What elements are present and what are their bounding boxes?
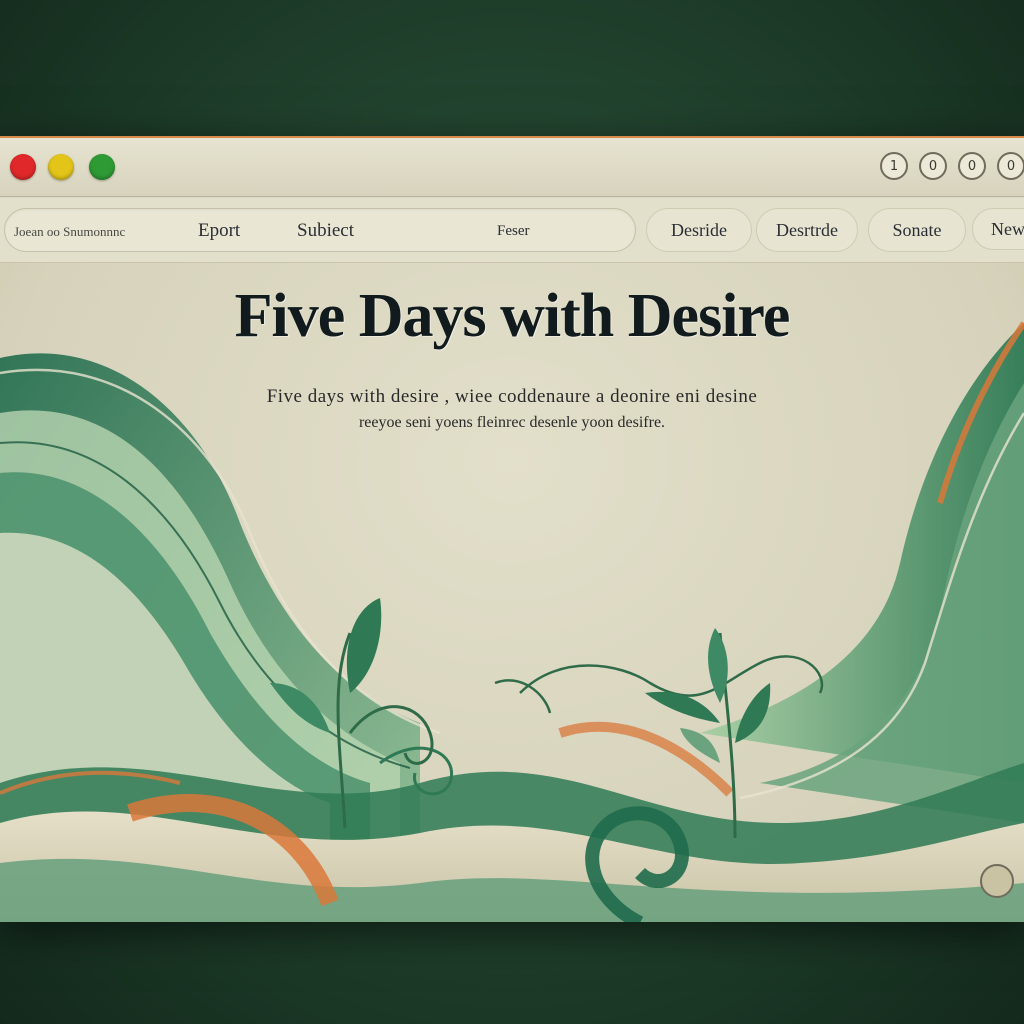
hero-subtitle-line-2: reeyoe seni yoens fleinrec desenle yoon … — [358, 414, 666, 431]
close-button[interactable] — [10, 154, 36, 180]
nav-link-feser[interactable]: Feser — [497, 223, 530, 240]
window-control-1[interactable]: 1 — [880, 152, 908, 180]
nav-pill-desride-label: Desride — [671, 219, 727, 240]
browser-window: 1 0 0 0 Joean oo Snumonnnc Eport Subiect… — [0, 136, 1024, 922]
window-control-2[interactable]: 0 — [919, 152, 947, 180]
maximize-button[interactable] — [89, 154, 115, 180]
nav-pill-sonate-label: Sonate — [892, 219, 942, 240]
nav-link-eport[interactable]: Eport — [198, 220, 240, 242]
nav-pill-desrtrde[interactable]: Desrtrde — [756, 208, 858, 252]
window-control-4[interactable]: 0 — [997, 152, 1024, 180]
nav-pill-newe[interactable]: Newe — [972, 208, 1024, 250]
navigation-bar: Joean oo Snumonnnc Eport Subiect Feser D… — [0, 198, 1024, 263]
decorative-wave-artwork — [0, 321, 1024, 922]
title-bar: 1 0 0 0 — [0, 138, 1024, 197]
window-control-3[interactable]: 0 — [958, 152, 986, 180]
nav-pill-desride[interactable]: Desride — [646, 208, 752, 252]
address-text: Joean oo Snumonnnc — [14, 224, 126, 239]
minimize-button[interactable] — [48, 154, 74, 180]
hero-subtitle-line-1: Five days with desire , wiee coddenaure … — [266, 386, 758, 407]
nav-pill-sonate[interactable]: Sonate — [868, 208, 966, 252]
nav-pill-newe-label: Newe — [991, 218, 1024, 239]
nav-pill-desrtrde-label: Desrtrde — [776, 219, 838, 240]
hero-title: Five Days with Desire — [234, 282, 791, 350]
nav-link-subiect[interactable]: Subiect — [297, 220, 354, 242]
